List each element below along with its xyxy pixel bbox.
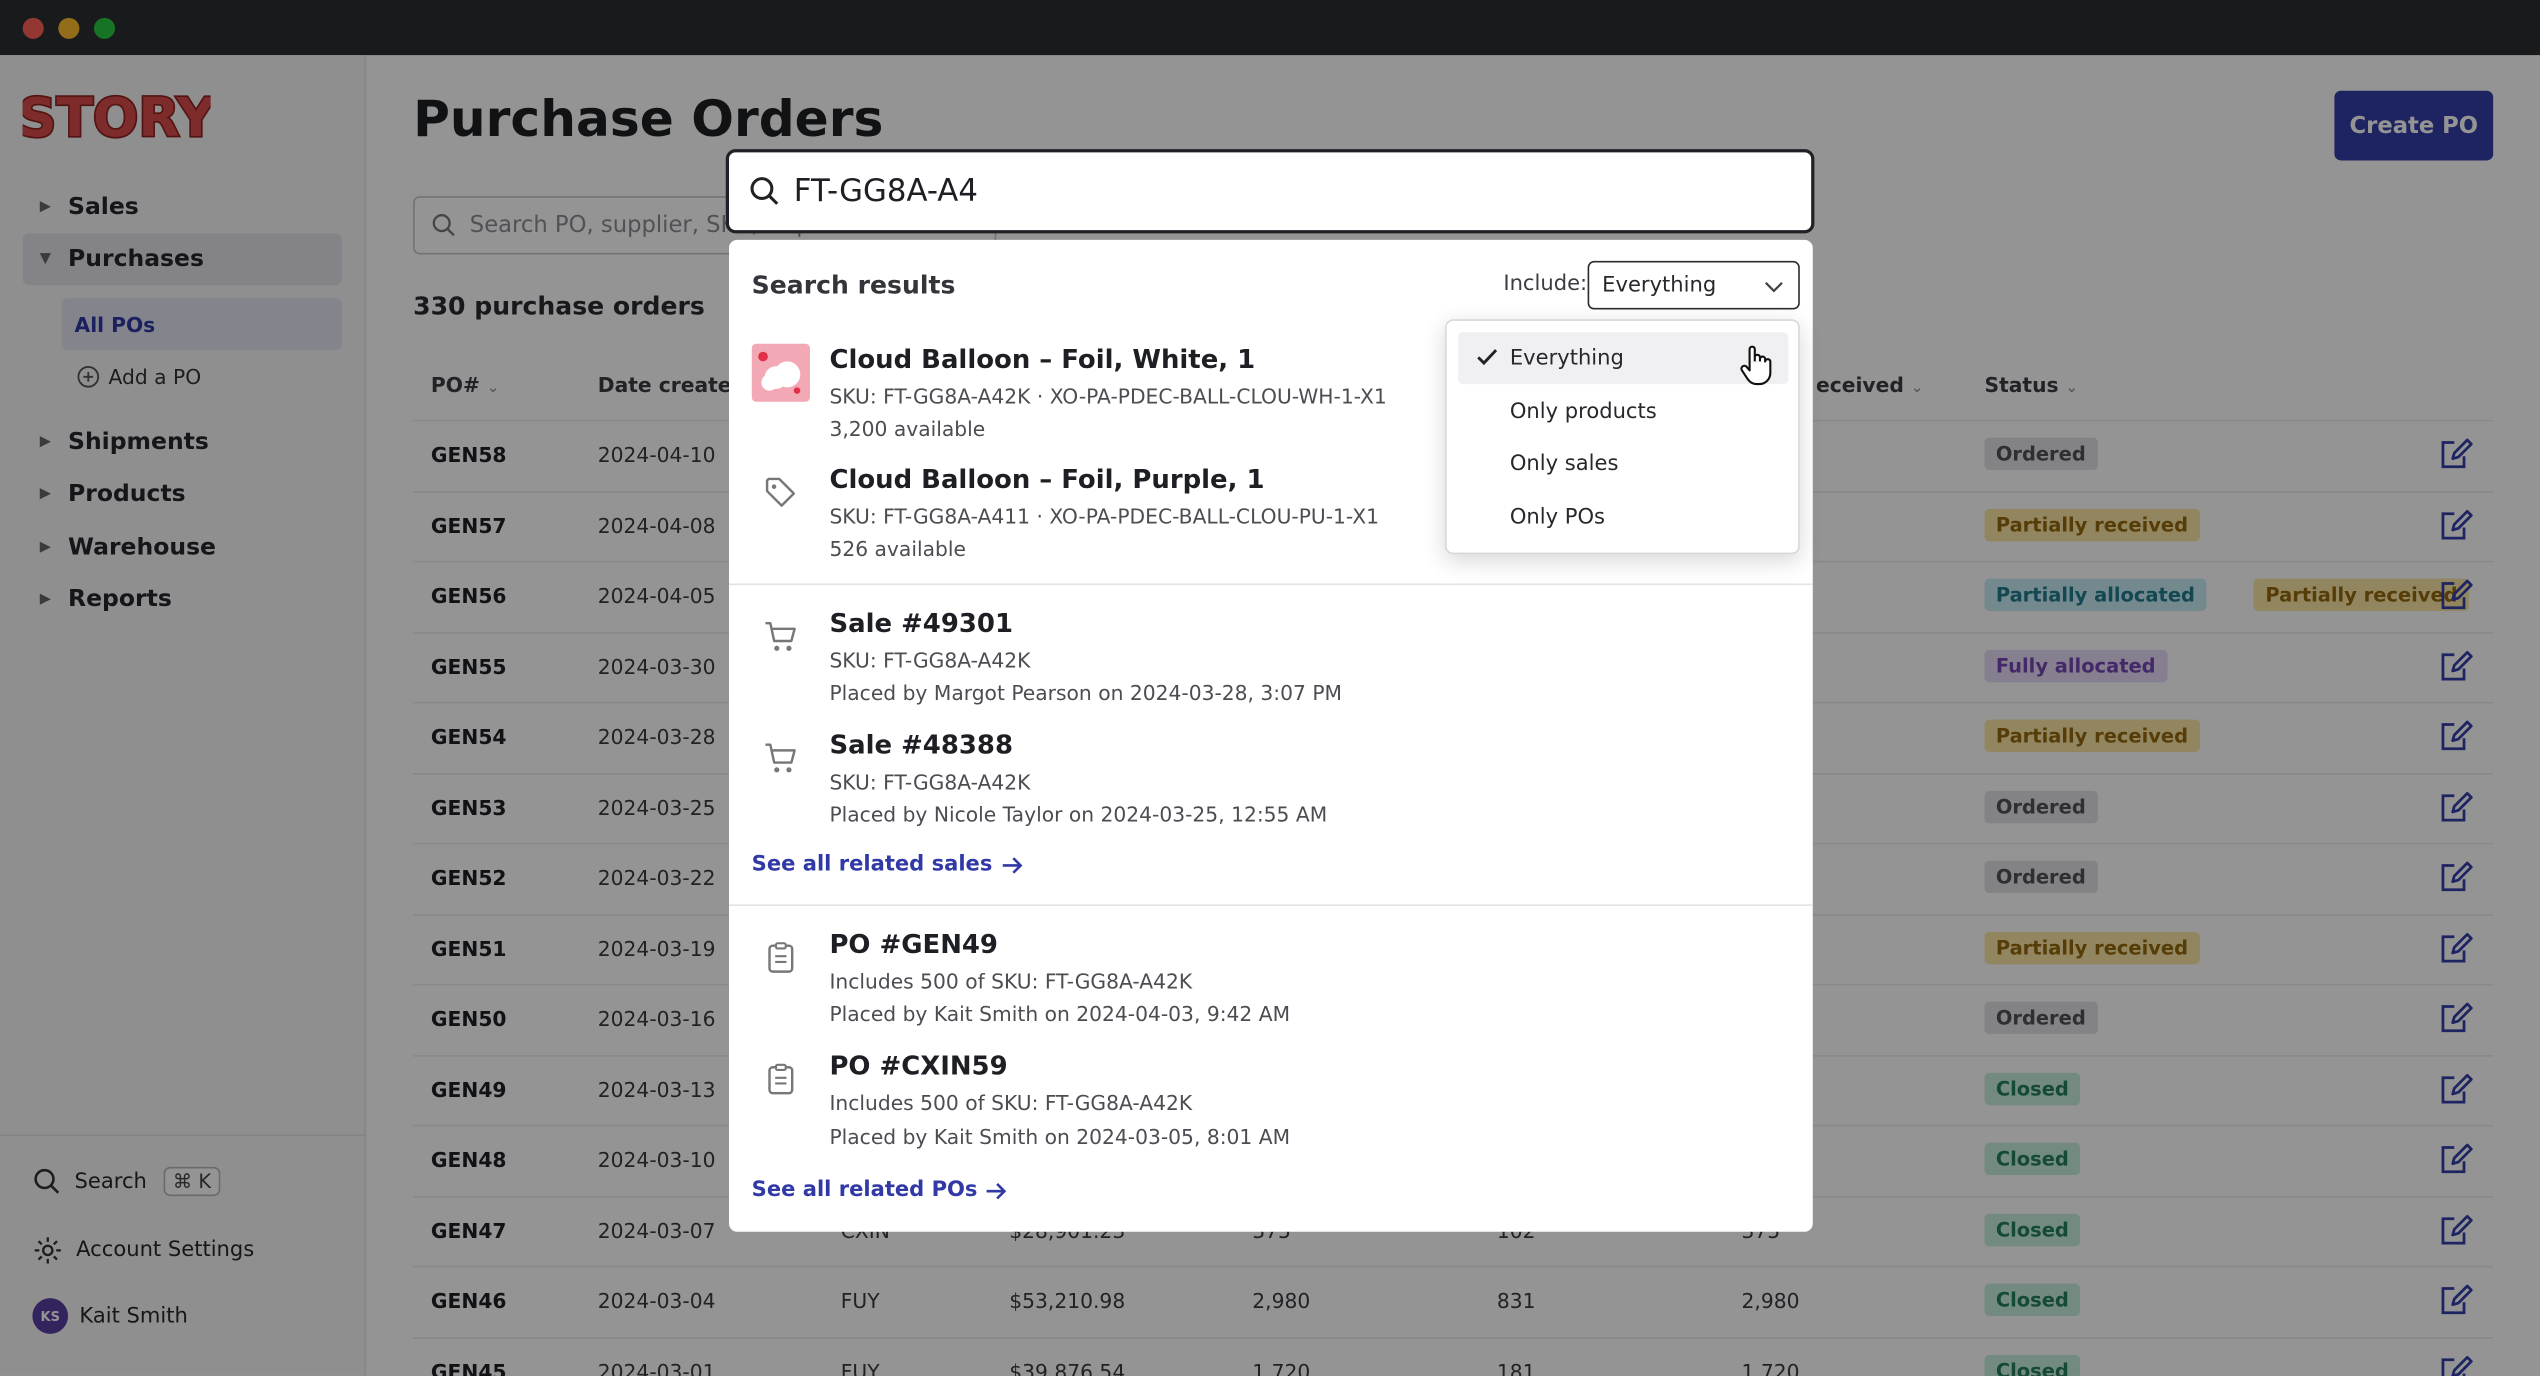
include-label: Include:: [1503, 272, 1588, 297]
results-title: Search results: [751, 270, 956, 300]
include-select-value: Everything: [1602, 273, 1717, 298]
result-availability: 3,200 available: [829, 416, 986, 441]
result-title: PO #CXIN59: [829, 1050, 1008, 1082]
include-option-only-pos[interactable]: Only POs: [1458, 491, 1788, 543]
result-includes: Includes 500 of SKU: FT-GG8A-A42K: [829, 969, 1193, 994]
result-sku: SKU: FT-GG8A-A42K · XO-PA-PDEC-BALL-CLOU…: [829, 384, 1387, 409]
result-title: Sale #49301: [829, 607, 1013, 639]
include-option-only-products[interactable]: Only products: [1458, 386, 1788, 438]
result-sku: SKU: FT-GG8A-A411 · XO-PA-PDEC-BALL-CLOU…: [829, 504, 1379, 529]
results-divider: [729, 904, 1813, 906]
result-title: PO #GEN49: [829, 928, 998, 960]
checkmark-icon: [1477, 349, 1498, 366]
global-search-box[interactable]: [725, 149, 1815, 234]
tag-icon: [752, 464, 810, 522]
arrow-right-icon: [987, 1182, 1007, 1199]
result-availability: 526 available: [829, 536, 966, 561]
include-option-only-sales[interactable]: Only sales: [1458, 438, 1788, 490]
search-icon: [750, 177, 779, 205]
result-placed: Placed by Kait Smith on 2024-03-05, 8:01…: [829, 1124, 1291, 1150]
result-placed: Placed by Kait Smith on 2024-04-03, 9:42…: [829, 1001, 1291, 1026]
see-all-sales-link[interactable]: See all related sales: [752, 852, 1023, 877]
global-search-input[interactable]: [793, 173, 1766, 210]
see-all-pos-link[interactable]: See all related POs: [752, 1178, 1009, 1203]
clipboard-icon: [752, 929, 810, 987]
result-includes: Includes 500 of SKU: FT-GG8A-A42K: [829, 1090, 1193, 1116]
hand-cursor-icon: [1740, 345, 1772, 386]
results-divider: [729, 583, 1813, 586]
product-thumbnail: [751, 343, 810, 402]
result-title: Sale #48388: [829, 729, 1013, 761]
result-title: Cloud Balloon – Foil, Purple, 1: [829, 463, 1265, 495]
result-placed: Placed by Margot Pearson on 2024-03-28, …: [829, 680, 1343, 706]
clipboard-icon: [752, 1050, 810, 1108]
result-title: Cloud Balloon – Foil, White, 1: [829, 343, 1256, 375]
arrow-right-icon: [1002, 856, 1022, 873]
chevron-down-icon: [1764, 282, 1783, 293]
cart-icon: [752, 729, 810, 787]
cart-icon: [752, 608, 810, 666]
result-placed: Placed by Nicole Taylor on 2024-03-25, 1…: [829, 802, 1328, 827]
include-select[interactable]: Everything: [1587, 260, 1800, 310]
result-sku: SKU: FT-GG8A-A42K: [829, 648, 1031, 673]
result-sku: SKU: FT-GG8A-A42K: [829, 769, 1031, 795]
